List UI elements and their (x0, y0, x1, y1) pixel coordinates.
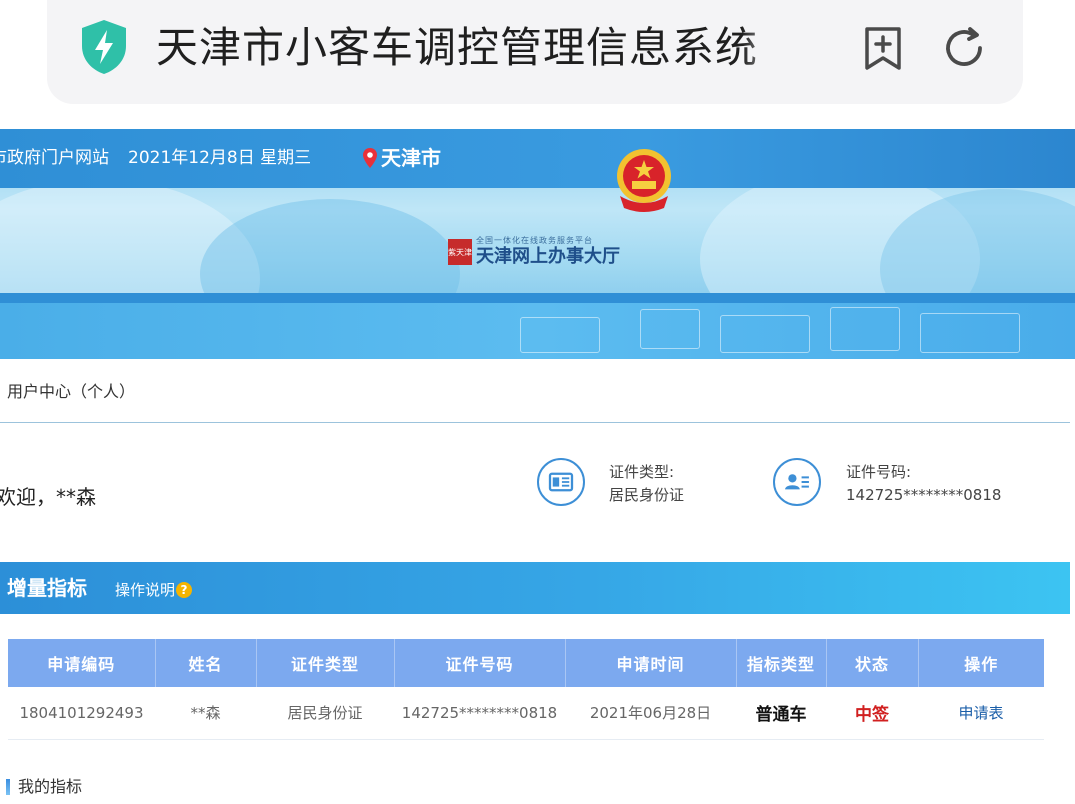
brand-subtitle: 全国一体化在线政务服务平台 (476, 236, 593, 245)
question-icon[interactable]: ? (176, 582, 193, 598)
my-quota-label: 我的指标 (18, 777, 83, 796)
brand-seal: 紫天津 (448, 239, 472, 265)
application-form-link[interactable]: 申请表 (918, 687, 1044, 740)
id-type-value: 居民身份证 (609, 486, 685, 504)
status-badge: 中签 (826, 687, 918, 740)
banner-decoration (830, 307, 900, 351)
quota-section-header: 增量指标 操作说明 ? (0, 562, 1070, 614)
column-header: 指标类型 (736, 639, 827, 687)
banner-decoration (920, 313, 1020, 353)
table-row: 1804101292493 **森 居民身份证 142725********08… (8, 687, 1044, 740)
my-quota-heading: 我的指标 (6, 776, 82, 798)
banner-decoration (520, 317, 600, 353)
column-header: 姓名 (155, 639, 257, 687)
breadcrumb: 用户中心（个人） (7, 382, 136, 401)
banner-stripe (0, 293, 1075, 303)
banner-bottom-band (0, 303, 1075, 359)
banner-decoration (640, 309, 700, 349)
cell-quota-type: 普通车 (736, 687, 826, 740)
column-header: 申请编码 (8, 639, 156, 687)
cell-apply-time: 2021年06月28日 (565, 687, 736, 740)
quota-table: 申请编码 姓名 证件类型 证件号码 申请时间 指标类型 状态 操作 180410… (8, 639, 1044, 740)
section-title: 增量指标 (7, 576, 87, 600)
divider (0, 422, 1070, 423)
portal-link[interactable]: 市政府门户网站 (0, 147, 109, 169)
column-header: 状态 (826, 639, 919, 687)
current-date: 2021年12月8日 星期三 (128, 148, 312, 168)
bookmark-add-icon[interactable] (860, 24, 906, 72)
city-name: 天津市 (381, 146, 441, 170)
operation-guide-label: 操作说明 (115, 581, 176, 599)
brand-name: 天津网上办事大厅 (476, 246, 620, 267)
banner-decoration (720, 315, 810, 353)
id-card-icon (537, 458, 585, 506)
column-header: 证件类型 (256, 639, 395, 687)
page-title[interactable]: 天津市小客车调控管理信息系统 (156, 20, 792, 76)
location-pin-icon (363, 148, 377, 168)
welcome-text: 欢迎，**森 (0, 485, 96, 509)
heading-marker (6, 779, 10, 795)
site-banner: 市政府门户网站 2021年12月8日 星期三 天津市 紫天津 全国一体化在线政务… (0, 129, 1075, 359)
cell-id-type: 居民身份证 (256, 687, 394, 740)
city-selector[interactable]: 天津市 (362, 145, 441, 171)
id-number-value: 142725********0818 (846, 486, 1002, 504)
column-header: 申请时间 (565, 639, 737, 687)
id-type-label: 证件类型: (609, 463, 675, 481)
cell-name: **森 (155, 687, 256, 740)
national-emblem-icon (617, 149, 671, 212)
cell-id-number: 142725********0818 (394, 687, 565, 740)
title-fade (742, 18, 794, 78)
user-card-icon (773, 458, 821, 506)
table-header-row: 申请编码 姓名 证件类型 证件号码 申请时间 指标类型 状态 操作 (8, 639, 1044, 687)
cell-code: 1804101292493 (8, 687, 155, 740)
reload-icon[interactable] (940, 24, 988, 72)
column-header: 证件号码 (394, 639, 566, 687)
operation-guide-link[interactable]: 操作说明 ? (115, 580, 193, 600)
id-number-label: 证件号码: (846, 463, 912, 481)
column-header: 操作 (918, 639, 1044, 687)
brand-logo[interactable]: 紫天津 全国一体化在线政务服务平台 天津网上办事大厅 (448, 236, 620, 268)
shield-bolt-icon (82, 20, 126, 74)
